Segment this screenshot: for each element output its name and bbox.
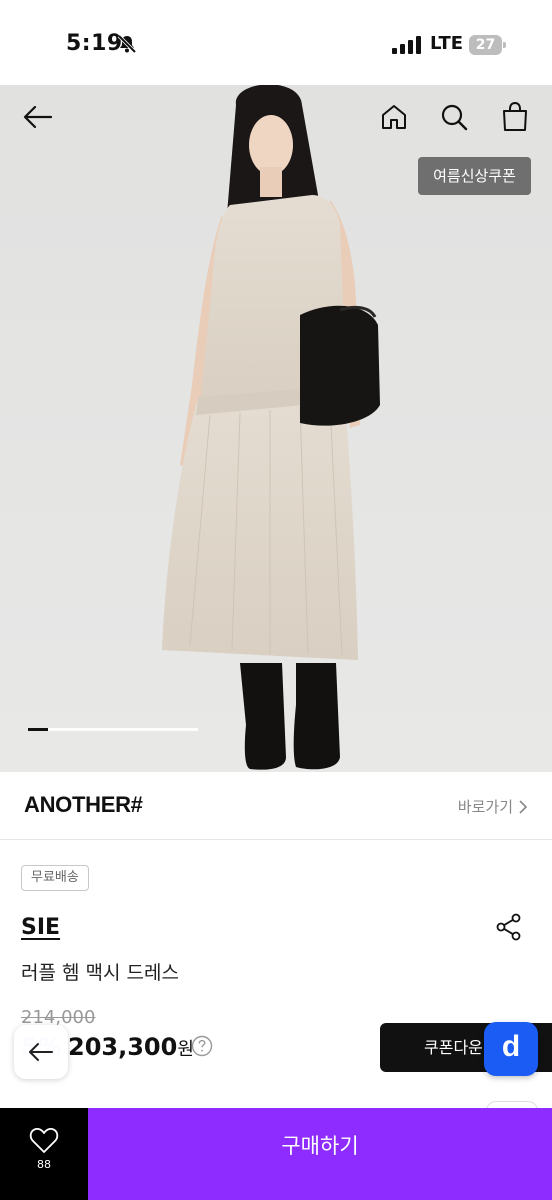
status-time: 5:19	[66, 31, 123, 56]
home-icon	[382, 105, 406, 129]
floating-back-button[interactable]	[14, 1025, 68, 1079]
shopping-bag-icon	[503, 102, 527, 131]
search-button[interactable]	[434, 97, 474, 137]
question-circle-icon[interactable]	[191, 1035, 213, 1057]
sale-price-value: 203,300	[68, 1033, 178, 1061]
battery-level: 27	[469, 35, 502, 55]
cart-button[interactable]	[495, 97, 535, 137]
battery-icon: 27	[469, 35, 506, 55]
bell-slash-icon	[117, 34, 137, 54]
gallery-progress-fill	[28, 728, 49, 731]
signal-bars-icon	[392, 36, 421, 54]
buy-button[interactable]: 구매하기	[88, 1108, 552, 1200]
product-image-gallery[interactable]: 여름신상쿠폰	[0, 85, 552, 772]
status-bar: 5:19 LTE 27	[0, 0, 552, 88]
free-shipping-tag: 무료배송	[21, 865, 89, 891]
bottom-action-bar: 88 구매하기	[0, 1108, 552, 1200]
home-button[interactable]	[374, 97, 414, 137]
floating-app-button[interactable]: d	[484, 1022, 538, 1076]
share-icon[interactable]	[495, 913, 523, 941]
product-brand-link[interactable]: SIE	[21, 915, 60, 940]
back-arrow-icon	[29, 1043, 53, 1061]
like-button[interactable]: 88	[0, 1108, 88, 1200]
like-count: 88	[37, 1158, 51, 1171]
back-arrow-icon	[23, 105, 53, 129]
gallery-progress	[28, 728, 198, 731]
heart-icon	[29, 1128, 59, 1153]
d-logo-icon: d	[501, 1030, 521, 1063]
brand-row[interactable]: ANOTHER# 바로가기	[0, 772, 552, 840]
product-name: 러플 헴 맥시 드레스	[21, 962, 179, 984]
sale-price: 203,300원	[68, 1033, 194, 1061]
network-label: LTE	[430, 33, 464, 54]
brand-shortcut-label: 바로가기	[457, 798, 513, 816]
search-icon	[441, 104, 468, 131]
brand-logo: ANOTHER#	[24, 792, 143, 817]
brand-shortcut-link[interactable]: 바로가기	[458, 796, 528, 817]
chevron-right-icon	[519, 799, 528, 814]
summer-coupon-badge[interactable]: 여름신상쿠폰	[418, 157, 531, 195]
back-button[interactable]	[18, 97, 58, 137]
